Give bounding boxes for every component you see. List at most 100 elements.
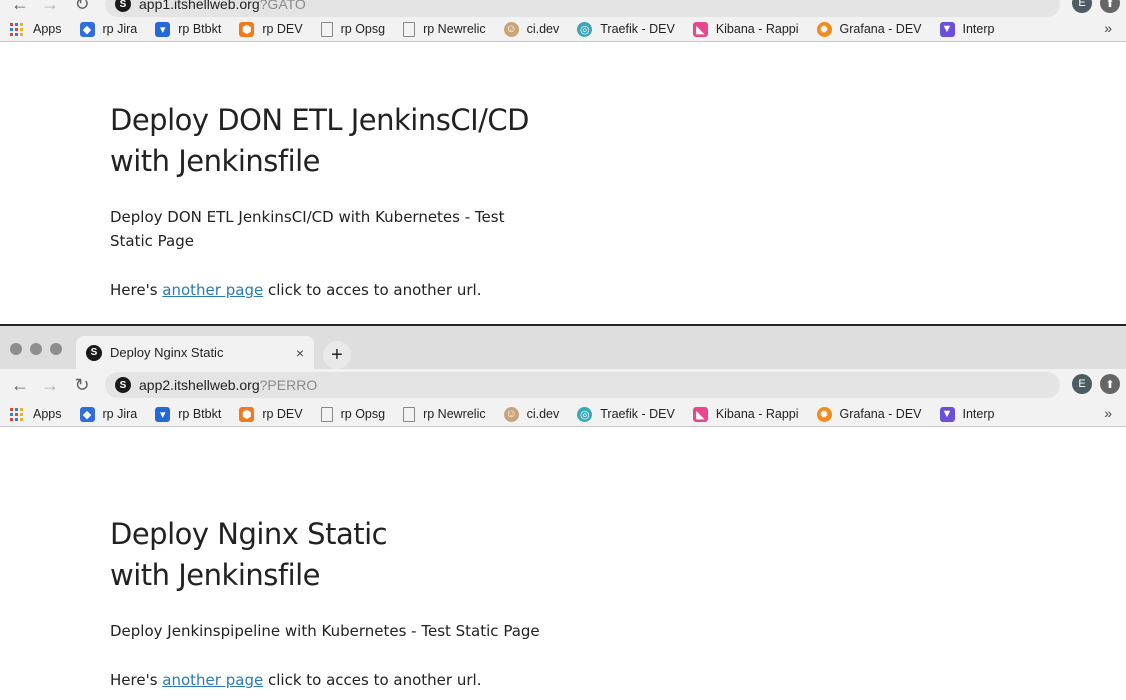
bookmark-item[interactable]: ⬢ rp DEV [239, 21, 303, 37]
bookmark-item[interactable]: rp Newrelic [403, 406, 486, 422]
tab-active[interactable]: S Deploy Nginx Static × [76, 336, 314, 369]
traefik-icon: ◎ [577, 21, 593, 37]
address-bar[interactable]: S app2.itshellweb.org ?PERRO [105, 372, 1060, 398]
bookmark-label: rp Opsg [340, 407, 386, 421]
grafana-icon: ✹ [816, 406, 832, 422]
bookmark-label: Interp [962, 407, 995, 421]
back-button[interactable]: ← [8, 373, 32, 397]
address-host: app2.itshellweb.org [139, 377, 260, 393]
bookmark-item[interactable]: ◆ rp Jira [79, 21, 137, 37]
bookmark-item[interactable]: ✹ Grafana - DEV [816, 406, 922, 422]
link-suffix: click to acces to another url. [267, 281, 482, 299]
bookmark-item[interactable]: ☺ ci.dev [503, 406, 560, 422]
page-heading: Deploy DON ETL JenkinsCI/CD with Jenkins… [110, 103, 530, 178]
another-page-link[interactable]: another page [162, 671, 263, 689]
link-sentence: Here's another page click to acces to an… [110, 668, 540, 692]
tab-close-icon[interactable]: × [296, 345, 304, 361]
link-suffix: click to acces to another url. [267, 671, 482, 689]
bookmark-item[interactable]: ⬢ rp DEV [239, 406, 303, 422]
site-favicon-icon: S [115, 377, 131, 393]
bookmark-label: rp Opsg [340, 22, 386, 36]
apps-grid-icon [10, 22, 23, 36]
bookmarks-overflow-button[interactable]: » [1104, 20, 1112, 36]
address-query: ?GATO [259, 0, 306, 12]
page-content: Deploy DON ETL JenkinsCI/CD with Jenkins… [110, 100, 550, 302]
bookmarks-overflow-button[interactable]: » [1104, 405, 1112, 421]
bookmark-label: Kibana - Rappi [715, 407, 799, 421]
bookmark-item[interactable]: ◣ Kibana - Rappi [692, 21, 799, 37]
another-page-link[interactable]: another page [162, 281, 263, 299]
bookmark-item[interactable]: rp Opsg [320, 406, 386, 422]
bookmark-item[interactable]: ◎ Traefik - DEV [577, 406, 675, 422]
page-paragraph: Deploy DON ETL JenkinsCI/CD with Kuberne… [110, 208, 505, 250]
page-paragraph: Deploy Jenkinspipeline with Kubernetes -… [110, 622, 540, 640]
bookmark-label: Interp [962, 22, 995, 36]
page-icon [320, 21, 333, 37]
bookmark-apps[interactable]: Apps [10, 22, 62, 36]
cube-icon: ⬢ [239, 21, 255, 37]
bookmark-item[interactable]: ▾ rp Btbkt [155, 406, 222, 422]
bookmark-label: ci.dev [526, 407, 560, 421]
bookmark-label: Grafana - DEV [839, 407, 922, 421]
bookmark-item[interactable]: ✹ Grafana - DEV [816, 21, 922, 37]
bookmark-item[interactable]: ▾ rp Btbkt [155, 21, 222, 37]
reload-button[interactable]: ↻ [70, 0, 94, 16]
close-window-icon[interactable] [10, 343, 22, 355]
page-content: Deploy Nginx Static with Jenkinsfile Dep… [110, 514, 540, 692]
extension-icon[interactable]: ⬆ [1100, 374, 1120, 394]
page-icon [403, 21, 416, 37]
bitbucket-icon: ▾ [155, 406, 171, 422]
bookmark-label: Traefik - DEV [600, 22, 675, 36]
bookmark-label: rp Btbkt [178, 22, 222, 36]
apps-grid-icon [10, 407, 23, 421]
bookmark-item[interactable]: ◎ Traefik - DEV [577, 21, 675, 37]
profile-avatar[interactable]: E [1072, 374, 1092, 394]
bookmark-item[interactable]: ◣ Kibana - Rappi [692, 406, 799, 422]
cube-icon: ⬢ [239, 406, 255, 422]
extension-icon[interactable]: ⬆ [1100, 0, 1120, 13]
bookmark-label: Apps [33, 407, 62, 421]
kibana-icon: ◣ [692, 21, 708, 37]
link-prefix: Here's [110, 281, 158, 299]
address-host: app1.itshellweb.org [139, 0, 260, 12]
forward-button[interactable]: → [38, 0, 62, 16]
bookmark-label: rp DEV [262, 407, 303, 421]
toolbar: ← → ↻ S app2.itshellweb.org ?PERRO E ⬆ [0, 369, 1126, 402]
back-button[interactable]: ← [8, 0, 32, 16]
profile-avatar[interactable]: E [1072, 0, 1092, 13]
bookmark-apps[interactable]: Apps [10, 407, 62, 421]
bookmark-item[interactable]: ☺ ci.dev [503, 21, 559, 37]
reload-button[interactable]: ↻ [70, 373, 94, 397]
traefik-icon: ◎ [577, 406, 593, 422]
new-tab-button[interactable]: + [323, 341, 351, 369]
bookmark-label: rp Btbkt [178, 407, 222, 421]
address-query: ?PERRO [259, 377, 318, 393]
bookmark-label: rp Newrelic [423, 407, 486, 421]
bookmark-label: Grafana - DEV [839, 22, 922, 36]
maximize-window-icon[interactable] [50, 343, 62, 355]
page-icon [403, 406, 416, 422]
terraform-icon: ▼ [939, 406, 955, 422]
bookmark-item[interactable]: ◆ rp Jira [79, 406, 137, 422]
browser-window-2: S Deploy Nginx Static × + ← → ↻ S app2.i… [0, 324, 1126, 700]
bookmark-label: Kibana - Rappi [715, 22, 799, 36]
page-icon [320, 406, 333, 422]
grafana-icon: ✹ [816, 21, 832, 37]
terraform-icon: ▼ [939, 21, 955, 37]
tab-title: Deploy Nginx Static [110, 345, 224, 360]
bookmark-item[interactable]: rp Newrelic [403, 21, 486, 37]
browser-window-1: ← → ↻ S app1.itshellweb.org ?GATO E ⬆ App… [0, 0, 1126, 324]
bookmark-item[interactable]: ▼ Interp [939, 406, 995, 422]
address-bar[interactable]: S app1.itshellweb.org ?GATO [105, 0, 1060, 17]
minimize-window-icon[interactable] [30, 343, 42, 355]
bookmark-item[interactable]: rp Opsg [320, 21, 386, 37]
bookmark-label: Apps [33, 22, 62, 36]
bitbucket-icon: ▾ [155, 21, 171, 37]
jenkins-icon: ☺ [503, 21, 519, 37]
bookmark-label: rp Newrelic [423, 22, 486, 36]
forward-button[interactable]: → [38, 373, 62, 397]
toolbar: ← → ↻ S app1.itshellweb.org ?GATO E ⬆ [0, 0, 1126, 17]
bookmark-item[interactable]: ▼ Interp [939, 21, 995, 37]
link-prefix: Here's [110, 671, 158, 689]
bookmarks-bar: Apps ◆ rp Jira ▾ rp Btbkt ⬢ rp DEV rp Opsg … [0, 17, 1126, 42]
